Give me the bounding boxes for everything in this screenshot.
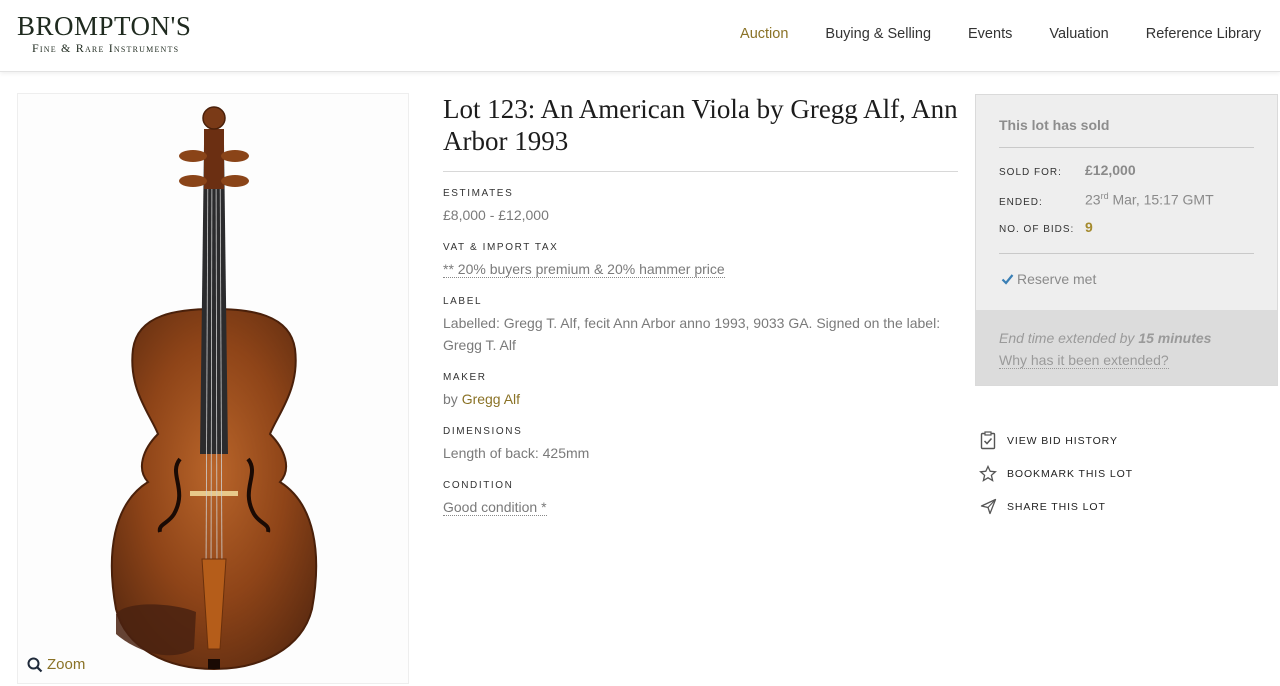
clipboard-check-icon bbox=[978, 431, 998, 451]
checkmark-icon bbox=[1001, 274, 1014, 285]
estimates-label: ESTIMATES bbox=[443, 188, 514, 199]
share-lot-label: Share This Lot bbox=[1007, 500, 1106, 513]
extended-text: End time extended by 15 minutes bbox=[999, 327, 1254, 349]
maker-prefix: by bbox=[443, 391, 458, 407]
logo-sub-text: Fine & Rare Instruments bbox=[32, 41, 180, 55]
estimates-field: ESTIMATES £8,000 - £12,000 bbox=[443, 188, 958, 226]
lot-actions: View Bid History Bookmark This Lot Share… bbox=[978, 424, 1133, 523]
bookmark-lot-label: Bookmark This Lot bbox=[1007, 467, 1133, 480]
label-field: LABEL Labelled: Gregg T. Alf, fecit Ann … bbox=[443, 296, 958, 356]
view-bid-history-label: View Bid History bbox=[1007, 434, 1118, 447]
maker-label: MAKER bbox=[443, 372, 487, 383]
condition-field: CONDITION Good condition * bbox=[443, 480, 958, 518]
nav-reference-library[interactable]: Reference Library bbox=[1146, 25, 1261, 43]
ended-rest: Mar, 15:17 GMT bbox=[1112, 191, 1214, 208]
sold-heading: This lot has sold bbox=[999, 117, 1110, 133]
bids-value[interactable]: 9 bbox=[1085, 219, 1093, 235]
view-bid-history-button[interactable]: View Bid History bbox=[978, 424, 1133, 457]
site-header: BROMPTON'S Fine & Rare Instruments Aucti… bbox=[0, 0, 1280, 72]
sold-for-label: SOLD FOR: bbox=[999, 167, 1062, 178]
lot-image-panel[interactable]: Zoom bbox=[17, 93, 409, 684]
dimensions-value: Length of back: 425mm bbox=[443, 445, 590, 461]
ended-label: ENDED: bbox=[999, 196, 1043, 208]
condition-label: CONDITION bbox=[443, 480, 514, 491]
bookmark-lot-button[interactable]: Bookmark This Lot bbox=[978, 457, 1133, 490]
bids-label: NO. OF BIDS: bbox=[999, 224, 1075, 235]
label-label: LABEL bbox=[443, 296, 483, 307]
estimates-value: £8,000 - £12,000 bbox=[443, 207, 549, 223]
nav-buying-selling[interactable]: Buying & Selling bbox=[825, 25, 931, 43]
vat-label: VAT & IMPORT TAX bbox=[443, 242, 559, 253]
ended-row: ENDED: 23rd Mar, 15:17 GMT bbox=[999, 191, 1214, 208]
brand-logo[interactable]: BROMPTON'S Fine & Rare Instruments bbox=[17, 12, 217, 60]
label-value: Labelled: Gregg T. Alf, fecit Ann Arbor … bbox=[443, 315, 941, 353]
dimensions-label: DIMENSIONS bbox=[443, 426, 523, 437]
lot-title: Lot 123: An American Viola by Gregg Alf,… bbox=[443, 93, 958, 172]
extended-prefix: End time extended by bbox=[999, 330, 1135, 346]
magnifier-icon bbox=[27, 657, 43, 672]
nav-events[interactable]: Events bbox=[968, 25, 1012, 43]
sold-for-row: SOLD FOR: £12,000 bbox=[999, 162, 1136, 178]
zoom-button[interactable]: Zoom bbox=[27, 656, 85, 673]
why-extended-link[interactable]: Why has it been extended? bbox=[999, 352, 1169, 369]
zoom-label: Zoom bbox=[47, 656, 86, 673]
star-icon bbox=[978, 464, 998, 484]
sold-for-value: £12,000 bbox=[1085, 162, 1136, 178]
reserve-label: Reserve met bbox=[1017, 271, 1097, 287]
vat-value-link[interactable]: ** 20% buyers premium & 20% hammer price bbox=[443, 261, 725, 278]
ended-day: 23 bbox=[1085, 191, 1101, 208]
dimensions-field: DIMENSIONS Length of back: 425mm bbox=[443, 426, 958, 464]
logo-main-text: BROMPTON'S bbox=[17, 11, 192, 41]
main-nav: Auction Buying & Selling Events Valuatio… bbox=[703, 25, 1261, 43]
reserve-status: Reserve met bbox=[1001, 271, 1096, 287]
viola-image bbox=[110, 106, 318, 671]
maker-link[interactable]: Gregg Alf bbox=[462, 391, 520, 407]
extended-amount: 15 minutes bbox=[1138, 330, 1212, 346]
ended-suffix: rd bbox=[1100, 191, 1109, 201]
divider bbox=[999, 253, 1254, 254]
lot-details: Lot 123: An American Viola by Gregg Alf,… bbox=[443, 93, 958, 518]
nav-auction[interactable]: Auction bbox=[740, 25, 788, 43]
condition-link[interactable]: Good condition * bbox=[443, 499, 547, 516]
paper-plane-icon bbox=[978, 497, 998, 517]
extended-notice: End time extended by 15 minutes Why has … bbox=[976, 310, 1277, 385]
vat-field: VAT & IMPORT TAX ** 20% buyers premium &… bbox=[443, 242, 958, 280]
maker-field: MAKER by Gregg Alf bbox=[443, 372, 958, 410]
share-lot-button[interactable]: Share This Lot bbox=[978, 490, 1133, 523]
divider bbox=[999, 147, 1254, 148]
ended-value: 23rd Mar, 15:17 GMT bbox=[1085, 191, 1214, 208]
sold-status-box: This lot has sold SOLD FOR: £12,000 ENDE… bbox=[975, 94, 1278, 386]
nav-valuation[interactable]: Valuation bbox=[1049, 25, 1108, 43]
bids-row: NO. OF BIDS: 9 bbox=[999, 219, 1093, 235]
